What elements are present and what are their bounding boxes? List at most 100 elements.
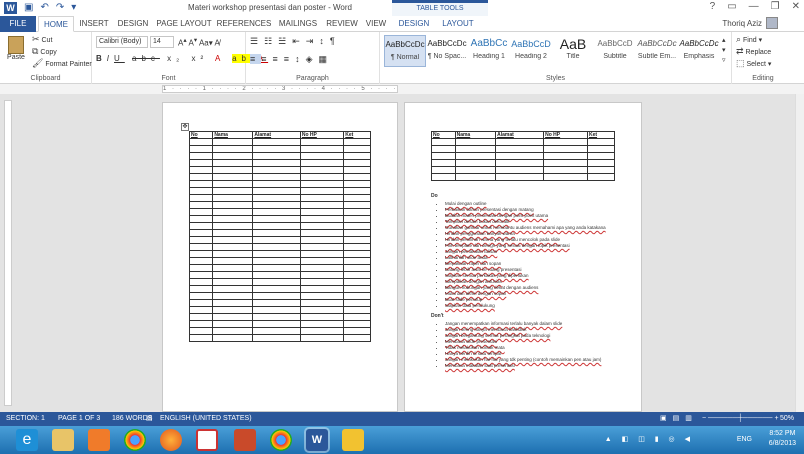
table-cell[interactable]	[343, 222, 371, 230]
table-cell[interactable]	[299, 327, 345, 335]
table-cell[interactable]	[252, 285, 301, 293]
table-row[interactable]	[188, 243, 371, 251]
table-cell[interactable]	[212, 320, 254, 328]
table-row[interactable]	[188, 292, 371, 300]
table-cell[interactable]	[252, 292, 301, 300]
table-row[interactable]	[188, 180, 371, 188]
internet-explorer-icon[interactable]: e	[16, 429, 38, 451]
table-row[interactable]	[188, 201, 371, 209]
table-row[interactable]	[188, 236, 371, 244]
table-cell[interactable]	[252, 327, 301, 335]
table-cell[interactable]	[454, 152, 497, 160]
table-cell[interactable]	[212, 194, 254, 202]
page-1[interactable]: ✥ No Nama Alamat No HP Ket	[162, 102, 398, 412]
table-row[interactable]	[188, 306, 371, 314]
align-center-icon[interactable]: ≡	[261, 54, 272, 64]
table-cell[interactable]	[495, 166, 545, 174]
table-cell[interactable]	[343, 320, 371, 328]
borders-icon[interactable]: ▦	[318, 54, 333, 64]
table-cell[interactable]	[343, 201, 371, 209]
table-cell[interactable]	[299, 292, 345, 300]
table-row[interactable]	[431, 173, 615, 181]
customize-icon[interactable]: ▾	[71, 2, 76, 14]
table-cell[interactable]	[252, 173, 301, 181]
table-cell[interactable]	[188, 145, 214, 153]
tab-references[interactable]: REFERENCES	[216, 16, 272, 32]
table-header-cell[interactable]: No	[188, 131, 214, 139]
table-cell[interactable]	[252, 334, 301, 342]
table-cell[interactable]	[431, 138, 456, 146]
table-cell[interactable]	[188, 222, 214, 230]
table-header-cell[interactable]: No HP	[543, 131, 588, 139]
table-cell[interactable]	[343, 145, 371, 153]
style-subtitle[interactable]: AaBbCcD Subtitle	[594, 35, 636, 67]
table-cell[interactable]	[252, 250, 301, 258]
data-table[interactable]: No Nama Alamat No HP Ket	[188, 131, 371, 342]
table-cell[interactable]	[343, 327, 371, 335]
restore-icon[interactable]: ❐	[771, 1, 780, 12]
table-cell[interactable]	[188, 215, 214, 223]
table-cell[interactable]	[343, 306, 371, 314]
table-cell[interactable]	[252, 257, 301, 265]
table-cell[interactable]	[188, 138, 214, 146]
table-cell[interactable]	[188, 229, 214, 237]
books-icon[interactable]	[234, 429, 256, 451]
table-cell[interactable]	[188, 194, 214, 202]
italic-icon[interactable]: I	[107, 54, 114, 63]
line-spacing-icon[interactable]: ↕	[295, 54, 306, 64]
page-indicator[interactable]: PAGE 1 OF 3	[58, 412, 100, 426]
table-cell[interactable]	[343, 313, 371, 321]
table-cell[interactable]	[252, 152, 301, 160]
tab-mailings[interactable]: MAILINGS	[274, 16, 322, 32]
text-effects-icon[interactable]: A	[215, 54, 225, 63]
table-header-cell[interactable]: No	[431, 131, 456, 139]
table-cell[interactable]	[212, 250, 254, 258]
style-no-spacing[interactable]: AaBbCcDc ¶ No Spac...	[426, 35, 468, 67]
table-cell[interactable]	[188, 278, 214, 286]
sort-icon[interactable]: ↕	[319, 36, 330, 46]
table-cell[interactable]	[212, 222, 254, 230]
table-cell[interactable]	[299, 187, 345, 195]
table-cell[interactable]	[252, 222, 301, 230]
table-cell[interactable]	[587, 166, 615, 174]
table-cell[interactable]	[543, 159, 588, 167]
table-cell[interactable]	[188, 313, 214, 321]
table-header-cell[interactable]: Ket	[343, 131, 371, 139]
table-cell[interactable]	[299, 222, 345, 230]
table-cell[interactable]	[252, 159, 301, 167]
table-cell[interactable]	[252, 229, 301, 237]
copy-button[interactable]: ⧉ Copy	[32, 46, 57, 57]
table-cell[interactable]	[212, 145, 254, 153]
table-cell[interactable]	[299, 285, 345, 293]
multilevel-icon[interactable]: ☱	[278, 36, 292, 46]
table-row[interactable]	[188, 222, 371, 230]
table-cell[interactable]	[299, 313, 345, 321]
bullets-icon[interactable]: ☰	[250, 36, 264, 46]
firefox-icon[interactable]	[160, 429, 182, 451]
table-cell[interactable]	[252, 187, 301, 195]
table-cell[interactable]	[252, 166, 301, 174]
shading-icon[interactable]: ◈	[306, 54, 319, 64]
table-cell[interactable]	[212, 201, 254, 209]
bold-icon[interactable]: B	[96, 54, 107, 63]
numbering-icon[interactable]: ☷	[264, 36, 278, 46]
data-table[interactable]: No Nama Alamat No HP Ket	[431, 131, 615, 181]
select-button[interactable]: ⬚ Select ▾	[736, 58, 771, 69]
table-cell[interactable]	[343, 152, 371, 160]
grow-shrink-font-buttons[interactable]: A▴ A▾ Aa▾ A̸	[178, 36, 220, 48]
help-icon[interactable]: ?	[710, 1, 716, 12]
list-buttons[interactable]: ☰☷☱⇤⇥↕¶	[250, 36, 341, 47]
view-buttons[interactable]: ▣▤▥	[660, 412, 698, 426]
styles-scroll-buttons[interactable]: ▴ ▾ ▿	[722, 36, 726, 66]
table-cell[interactable]	[343, 292, 371, 300]
table-cell[interactable]	[188, 173, 214, 181]
table-cell[interactable]	[299, 208, 345, 216]
tab-home[interactable]: HOME	[38, 16, 74, 32]
table-cell[interactable]	[299, 173, 345, 181]
table-cell[interactable]	[454, 138, 497, 146]
table-cell[interactable]	[188, 334, 214, 342]
table-cell[interactable]	[299, 243, 345, 251]
table-cell[interactable]	[188, 257, 214, 265]
zoom-slider[interactable]: − ──────┼────── +	[702, 412, 779, 426]
table-cell[interactable]	[212, 334, 254, 342]
